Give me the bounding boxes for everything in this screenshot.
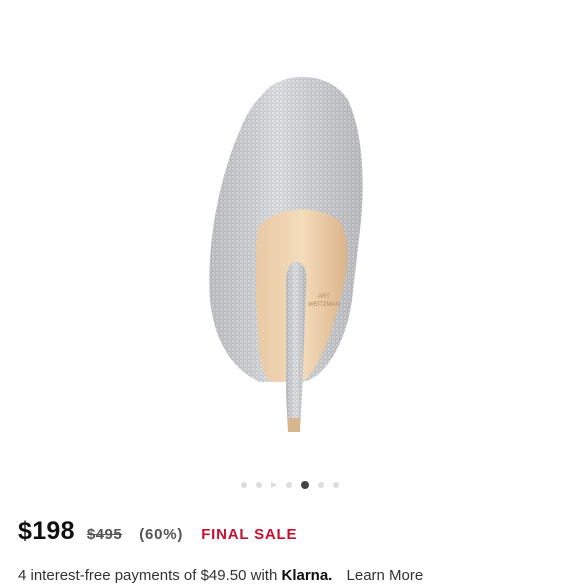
video-play-icon[interactable] xyxy=(271,482,277,488)
discount-percent: (60%) xyxy=(139,526,184,543)
carousel-dot[interactable] xyxy=(318,482,324,488)
current-price: $198 xyxy=(18,517,75,545)
product-image[interactable]: ART WEITZMAN xyxy=(0,0,580,470)
svg-text:ART: ART xyxy=(318,294,330,300)
carousel-dot-active[interactable] xyxy=(301,481,309,489)
carousel-dot[interactable] xyxy=(256,482,262,488)
carousel-dot[interactable] xyxy=(333,482,339,488)
installment-text: 4 interest-free payments of $49.50 with xyxy=(18,567,278,584)
shoe-image: ART WEITZMAN xyxy=(209,76,363,432)
carousel-dot[interactable] xyxy=(241,482,247,488)
learn-more-link[interactable]: Learn More xyxy=(347,567,424,584)
price-row: $198 $495 (60%) FINAL SALE xyxy=(18,517,297,553)
installment-info: 4 interest-free payments of $49.50 with … xyxy=(18,567,423,584)
carousel-dot[interactable] xyxy=(286,482,292,488)
klarna-logo: Klarna. xyxy=(281,567,333,584)
svg-text:WEITZMAN: WEITZMAN xyxy=(308,302,340,308)
final-sale-badge: FINAL SALE xyxy=(201,526,298,543)
image-carousel-dots xyxy=(0,479,580,491)
original-price: $495 xyxy=(86,526,123,543)
